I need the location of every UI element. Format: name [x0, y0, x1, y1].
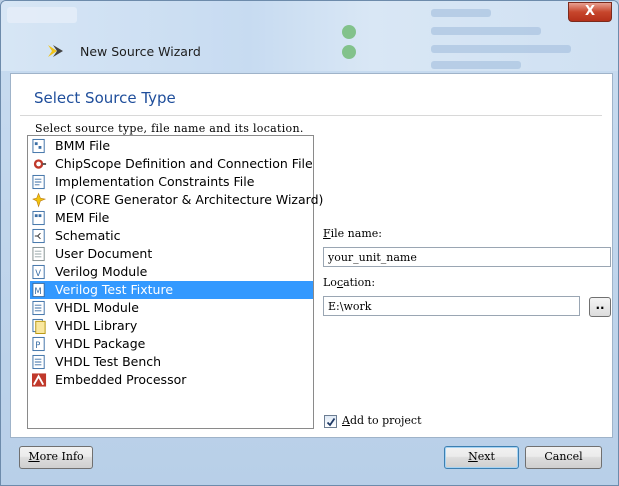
xilinx-wizard-icon [48, 45, 63, 57]
svg-text:M: M [34, 286, 41, 296]
next-button[interactable]: Next [444, 446, 519, 469]
constraints-file-icon [32, 174, 45, 190]
embedded-processor-icon [32, 373, 47, 387]
add-to-project-label: Add to project [342, 414, 422, 427]
svg-text:V: V [35, 268, 41, 278]
source-type-item[interactable]: V Verilog Module [30, 263, 313, 281]
location-label: Location: [323, 276, 376, 289]
background-line [431, 45, 571, 53]
source-type-item[interactable]: VHDL Test Bench [30, 353, 313, 371]
background-app-blur [1, 1, 618, 71]
wizard-window: X New Source Wizard Select Source Type S… [0, 0, 619, 486]
close-button[interactable]: X [568, 2, 612, 22]
source-type-label: Schematic [55, 228, 121, 243]
source-type-item[interactable]: MEM File [30, 209, 313, 227]
source-type-label: MEM File [55, 210, 110, 225]
source-type-item[interactable]: VHDL Module [30, 299, 313, 317]
verilog-module-icon: V [32, 264, 45, 280]
source-type-list[interactable]: BMM File ChipScope Definition and Connect… [27, 135, 323, 429]
vhdl-testbench-icon [32, 354, 45, 370]
schematic-icon [32, 228, 45, 244]
source-type-item[interactable]: Embedded Processor [30, 371, 313, 389]
svg-text:P: P [35, 340, 40, 350]
background-line [431, 9, 491, 17]
source-type-label: VHDL Module [55, 300, 139, 315]
document-icon [32, 246, 45, 262]
source-type-item[interactable]: Schematic [30, 227, 313, 245]
cancel-button[interactable]: Cancel [525, 446, 602, 469]
ip-core-icon [32, 192, 47, 208]
instruction-text: Select source type, file name and its lo… [35, 122, 304, 135]
add-to-project-checkbox[interactable] [324, 415, 337, 428]
mem-file-icon [32, 210, 45, 226]
source-type-label: User Document [55, 246, 153, 261]
source-type-item[interactable]: IP (CORE Generator & Architecture Wizard… [30, 191, 323, 209]
vhdl-package-icon: P [32, 336, 45, 352]
background-tab [7, 7, 77, 23]
bmm-file-icon [32, 138, 45, 154]
page-title: Select Source Type [34, 89, 176, 107]
more-info-button[interactable]: More Info [19, 446, 93, 469]
file-name-label: File name: [323, 227, 382, 240]
source-type-label: Verilog Module [55, 264, 148, 279]
vhdl-library-icon [32, 318, 46, 334]
source-type-label: Embedded Processor [55, 372, 187, 387]
source-type-item[interactable]: M Verilog Test Fixture [30, 281, 313, 299]
source-type-item[interactable]: BMM File [30, 137, 313, 155]
source-type-label: BMM File [55, 138, 111, 153]
source-type-item[interactable]: ChipScope Definition and Connection File [30, 155, 313, 173]
location-input[interactable] [323, 296, 580, 316]
source-type-label: ChipScope Definition and Connection File [55, 156, 313, 171]
background-line [431, 27, 541, 35]
source-type-label: VHDL Package [55, 336, 146, 351]
chipscope-icon [33, 159, 47, 169]
source-type-item[interactable]: Implementation Constraints File [30, 173, 313, 191]
status-dot-icon [342, 25, 356, 39]
source-type-item[interactable]: P VHDL Package [30, 335, 313, 353]
divider [20, 115, 602, 116]
source-type-label: Verilog Test Fixture [55, 282, 174, 297]
source-type-label: VHDL Test Bench [55, 354, 162, 369]
wizard-title: New Source Wizard [80, 44, 201, 59]
browse-button[interactable]: .. [589, 297, 611, 317]
vhdl-module-icon [32, 300, 45, 316]
file-name-input[interactable] [323, 247, 611, 267]
source-type-label: Implementation Constraints File [55, 174, 255, 189]
verilog-test-icon: M [32, 282, 45, 298]
source-type-label: IP (CORE Generator & Architecture Wizard… [55, 192, 324, 207]
source-type-label: VHDL Library [55, 318, 138, 333]
status-dot-icon [342, 45, 356, 59]
source-type-item[interactable]: VHDL Library [30, 317, 313, 335]
background-line [431, 61, 521, 69]
checkmark-icon [326, 417, 336, 427]
source-type-item[interactable]: User Document [30, 245, 313, 263]
